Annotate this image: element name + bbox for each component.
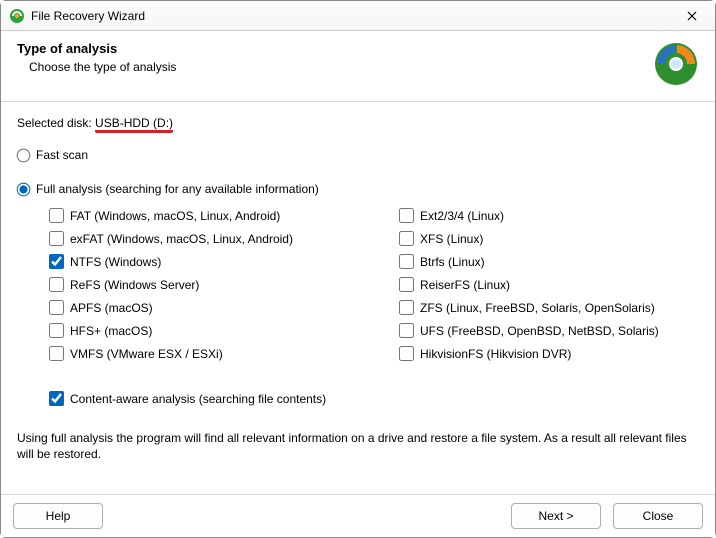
fs-checkbox[interactable] [49, 300, 64, 315]
fs-option-left-5[interactable]: HFS+ (macOS) [49, 323, 399, 338]
selected-disk-value: USB-HDD (D:) [95, 116, 173, 130]
fs-checkbox[interactable] [399, 208, 414, 223]
page-title: Type of analysis [17, 41, 653, 56]
help-button[interactable]: Help [13, 503, 103, 529]
fs-label: Ext2/3/4 (Linux) [420, 209, 504, 223]
fs-checkbox[interactable] [399, 323, 414, 338]
fs-option-left-2[interactable]: NTFS (Windows) [49, 254, 399, 269]
fs-checkbox[interactable] [399, 346, 414, 361]
fs-option-right-4[interactable]: ZFS (Linux, FreeBSD, Solaris, OpenSolari… [399, 300, 699, 315]
fs-label: APFS (macOS) [70, 301, 153, 315]
fs-checkbox[interactable] [399, 231, 414, 246]
fs-label: ReiserFS (Linux) [420, 278, 510, 292]
fs-checkbox[interactable] [49, 277, 64, 292]
selected-disk-label: Selected disk: [17, 116, 95, 130]
fs-label: UFS (FreeBSD, OpenBSD, NetBSD, Solaris) [420, 324, 659, 338]
selected-disk-line: Selected disk: USB-HDD (D:) [17, 116, 699, 130]
fs-checkbox[interactable] [49, 231, 64, 246]
fs-checkbox[interactable] [399, 277, 414, 292]
fs-label: exFAT (Windows, macOS, Linux, Android) [70, 232, 293, 246]
fs-label: FAT (Windows, macOS, Linux, Android) [70, 209, 280, 223]
fs-option-right-6[interactable]: HikvisionFS (Hikvision DVR) [399, 346, 699, 361]
fs-option-right-5[interactable]: UFS (FreeBSD, OpenBSD, NetBSD, Solaris) [399, 323, 699, 338]
analysis-description: Using full analysis the program will fin… [17, 430, 699, 462]
close-button[interactable] [677, 4, 707, 28]
fs-option-left-3[interactable]: ReFS (Windows Server) [49, 277, 399, 292]
fs-checkbox[interactable] [399, 254, 414, 269]
fs-checkbox[interactable] [49, 346, 64, 361]
fs-option-right-1[interactable]: XFS (Linux) [399, 231, 699, 246]
full-analysis-option[interactable]: Full analysis (searching for any availab… [17, 182, 699, 196]
full-analysis-radio[interactable] [17, 182, 31, 196]
content-aware-label: Content-aware analysis (searching file c… [70, 392, 326, 406]
fs-label: XFS (Linux) [420, 232, 483, 246]
fast-scan-label: Fast scan [36, 148, 88, 162]
fs-label: ZFS (Linux, FreeBSD, Solaris, OpenSolari… [420, 301, 655, 315]
fs-label: VMFS (VMware ESX / ESXi) [70, 347, 223, 361]
fs-label: HikvisionFS (Hikvision DVR) [420, 347, 571, 361]
titlebar: File Recovery Wizard [1, 1, 715, 31]
next-button[interactable]: Next > [511, 503, 601, 529]
fs-label: Btrfs (Linux) [420, 255, 485, 269]
fs-checkbox[interactable] [49, 254, 64, 269]
fs-option-left-4[interactable]: APFS (macOS) [49, 300, 399, 315]
wizard-hero-icon [653, 41, 699, 87]
filesystem-grid: FAT (Windows, macOS, Linux, Android) Ext2… [49, 208, 699, 361]
fs-option-right-2[interactable]: Btrfs (Linux) [399, 254, 699, 269]
fs-option-left-1[interactable]: exFAT (Windows, macOS, Linux, Android) [49, 231, 399, 246]
fs-option-right-3[interactable]: ReiserFS (Linux) [399, 277, 699, 292]
close-icon [687, 11, 697, 21]
fast-scan-radio[interactable] [17, 148, 31, 162]
content-aware-checkbox[interactable] [49, 391, 64, 406]
fs-option-left-0[interactable]: FAT (Windows, macOS, Linux, Android) [49, 208, 399, 223]
fs-checkbox[interactable] [399, 300, 414, 315]
fs-label: ReFS (Windows Server) [70, 278, 199, 292]
app-icon [9, 8, 25, 24]
fs-label: NTFS (Windows) [70, 255, 161, 269]
fs-checkbox[interactable] [49, 208, 64, 223]
fast-scan-option[interactable]: Fast scan [17, 148, 699, 162]
content-aware-option[interactable]: Content-aware analysis (searching file c… [49, 391, 699, 406]
fs-option-left-6[interactable]: VMFS (VMware ESX / ESXi) [49, 346, 399, 361]
window-title: File Recovery Wizard [31, 9, 677, 23]
wizard-header: Type of analysis Choose the type of anal… [1, 31, 715, 102]
close-dialog-button[interactable]: Close [613, 503, 703, 529]
fs-option-right-0[interactable]: Ext2/3/4 (Linux) [399, 208, 699, 223]
fs-label: HFS+ (macOS) [70, 324, 152, 338]
button-bar: Help Next > Close [1, 494, 715, 537]
full-analysis-label: Full analysis (searching for any availab… [36, 182, 319, 196]
fs-checkbox[interactable] [49, 323, 64, 338]
page-subtitle: Choose the type of analysis [17, 60, 653, 74]
